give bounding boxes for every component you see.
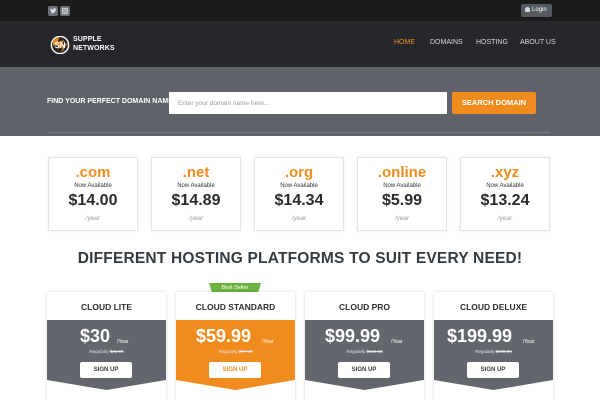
logo-icon[interactable]: SN	[50, 36, 70, 54]
regular-value: $35.99	[109, 349, 124, 354]
domain-card-online[interactable]: .online Now Available $5.99 /year	[357, 157, 447, 231]
domain-status: Now Available	[486, 183, 524, 189]
plan-regular-price: Regularly $239.88	[434, 349, 553, 354]
plan-price-block: $199.99 /Year Regularly $239.88 SIGN UP	[434, 320, 553, 380]
plan-price: $99.99	[325, 326, 381, 346]
plan-chevron	[47, 380, 166, 390]
plan-chevron	[176, 380, 295, 390]
sign-up-button[interactable]: SIGN UP	[80, 362, 132, 378]
regular-label: Regularly	[218, 349, 238, 354]
plan-name: CLOUD STANDARD	[195, 302, 276, 312]
domain-tld: .com	[75, 164, 111, 181]
domain-card-org[interactable]: .org Now Available $14.34 /year	[254, 157, 344, 231]
domain-card-net[interactable]: .net Now Available $14.89 /year	[151, 157, 241, 231]
domain-price: $14.00	[68, 192, 118, 209]
domain-tld: .online	[377, 164, 427, 181]
nav-domains[interactable]: DOMAINS	[430, 39, 463, 46]
svg-text:SN: SN	[54, 41, 65, 50]
domain-price: $5.99	[381, 192, 423, 209]
domain-card-xyz[interactable]: .xyz Now Available $13.24 /year	[460, 157, 550, 231]
domain-card-com[interactable]: .com Now Available $14.00 /year	[48, 157, 138, 231]
regular-label: Regularly	[346, 349, 366, 354]
plan-regular-price: Regularly $119.88	[305, 349, 424, 354]
domain-period: /year	[394, 215, 410, 222]
user-icon	[525, 7, 530, 12]
plan-period: /Year	[391, 339, 403, 345]
domain-search-label: FIND YOUR PERFECT DOMAIN NAME:	[47, 98, 176, 105]
plan-card-cloud-deluxe: CLOUD DELUXE $199.99 /Year Regularly $23…	[434, 292, 553, 400]
login-label: Login	[532, 7, 547, 13]
plan-name: CLOUD LITE	[81, 302, 132, 312]
plan-price-block: $30 /Year Regularly $35.99 SIGN UP	[47, 320, 166, 380]
plan-period: /Year	[262, 339, 274, 345]
domain-period: /year	[291, 215, 307, 222]
domain-period: /year	[85, 215, 101, 222]
nav-about-us[interactable]: ABOUT US	[520, 39, 556, 46]
domain-period: /year	[497, 215, 513, 222]
plan-card-cloud-standard: CLOUD STANDARD $59.99 /Year Regularly $7…	[176, 292, 295, 400]
nav-hosting[interactable]: HOSTING	[476, 39, 508, 46]
domain-search-input[interactable]	[169, 92, 447, 114]
plan-regular-price: Regularly $35.99	[47, 349, 166, 354]
plan-period: /Year	[117, 339, 129, 345]
domain-status: Now Available	[383, 183, 421, 189]
domain-price: $14.89	[171, 192, 221, 209]
plan-card-cloud-pro: CLOUD PRO $99.99 /Year Regularly $119.88…	[305, 292, 424, 400]
nav-home[interactable]: HOME	[394, 39, 415, 46]
hosting-heading: DIFFERENT HOSTING PLATFORMS TO SUIT EVER…	[77, 250, 523, 267]
domain-tld: .net	[182, 164, 210, 181]
site-header: SN SUPPLE NETWORKS HOME DOMAINS HOSTING …	[0, 21, 600, 67]
logo-line-2: NETWORKS	[73, 45, 115, 52]
twitter-icon[interactable]	[48, 6, 58, 16]
domain-status: Now Available	[280, 183, 318, 189]
plan-period: /Year	[523, 339, 535, 345]
login-button[interactable]: Login	[521, 4, 552, 17]
domain-price: $13.24	[480, 192, 530, 209]
plan-price: $199.99	[447, 326, 513, 346]
domain-status: Now Available	[177, 183, 215, 189]
plan-price: $59.99	[196, 326, 252, 346]
instagram-icon[interactable]	[60, 6, 70, 16]
search-domain-button[interactable]: SEARCH DOMAIN	[452, 92, 536, 114]
plan-price: $30	[80, 326, 111, 346]
plan-regular-price: Regularly $77.99	[176, 349, 295, 354]
plan-card-cloud-lite: CLOUD LITE $30 /Year Regularly $35.99 SI…	[47, 292, 166, 400]
plan-name: CLOUD PRO	[339, 302, 390, 312]
regular-value: $119.88	[366, 349, 383, 354]
regular-label: Regularly	[475, 349, 495, 354]
sign-up-button[interactable]: SIGN UP	[338, 362, 390, 378]
sign-up-button[interactable]: SIGN UP	[467, 362, 519, 378]
regular-label: Regularly	[89, 349, 109, 354]
regular-value: $239.88	[495, 349, 512, 354]
domain-price: $14.34	[274, 192, 324, 209]
sign-up-button[interactable]: SIGN UP	[209, 362, 261, 378]
divider	[47, 132, 550, 133]
logo-line-1: SUPPLE	[73, 36, 102, 43]
plan-chevron	[305, 380, 424, 390]
domain-period: /year	[188, 215, 204, 222]
plan-price-block: $99.99 /Year Regularly $119.88 SIGN UP	[305, 320, 424, 380]
top-bar: Login	[0, 0, 600, 21]
plan-chevron	[434, 380, 553, 390]
domain-tld: .org	[284, 164, 314, 181]
regular-value: $77.99	[238, 349, 253, 354]
domain-tld: .xyz	[490, 164, 520, 181]
domain-search-section: FIND YOUR PERFECT DOMAIN NAME: SEARCH DO…	[0, 67, 600, 136]
plan-price-block: $59.99 /Year Regularly $77.99 SIGN UP	[176, 320, 295, 380]
domain-status: Now Available	[74, 183, 112, 189]
plan-name: CLOUD DELUXE	[459, 302, 528, 312]
logo-text[interactable]: SUPPLE NETWORKS	[73, 35, 115, 53]
